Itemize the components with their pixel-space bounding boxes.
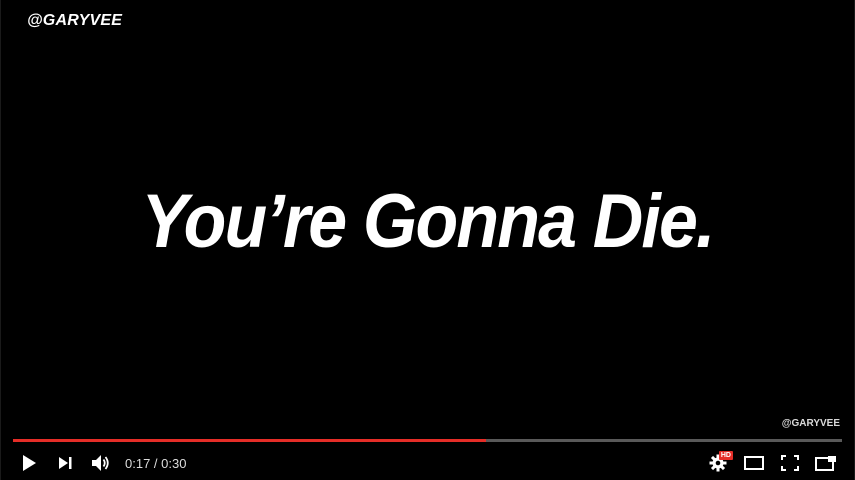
- video-headline-text: You’re Gonna Die.: [141, 179, 715, 264]
- miniplayer-icon: [815, 456, 836, 471]
- hd-badge: HD: [718, 451, 733, 460]
- play-button[interactable]: [11, 447, 47, 479]
- miniplayer-button[interactable]: [808, 447, 844, 479]
- channel-watermark-top: @GARYVEE: [27, 12, 123, 29]
- progress-bar-played: [13, 439, 486, 442]
- theater-mode-icon: [744, 456, 764, 470]
- fullscreen-button[interactable]: [772, 447, 808, 479]
- player-controls: 0:17 / 0:30 HD: [1, 446, 854, 480]
- fullscreen-icon: [781, 455, 799, 471]
- settings-button[interactable]: HD: [700, 447, 736, 479]
- video-player[interactable]: @GARYVEE You’re Gonna Die. @GARYVEE 0:17…: [0, 0, 855, 480]
- theater-mode-button[interactable]: [736, 447, 772, 479]
- channel-watermark-bottom: @GARYVEE: [781, 418, 840, 429]
- progress-bar[interactable]: [13, 439, 842, 442]
- next-icon: [59, 457, 72, 469]
- play-icon: [23, 455, 36, 471]
- time-display: 0:17 / 0:30: [125, 455, 187, 471]
- volume-button[interactable]: [83, 447, 119, 479]
- volume-icon: [92, 455, 109, 471]
- next-button[interactable]: [47, 447, 83, 479]
